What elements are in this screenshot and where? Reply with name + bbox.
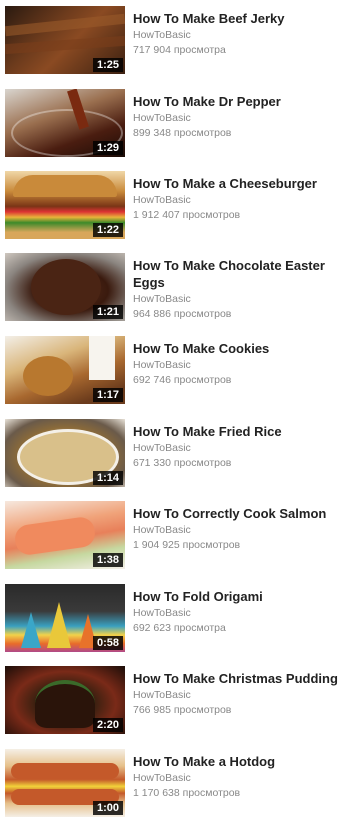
video-item-chocolate-easter-eggs[interactable]: 1:21 How To Make Chocolate Easter Eggs H… <box>0 253 341 325</box>
video-title[interactable]: How To Fold Origami <box>133 588 341 605</box>
view-count: 1 170 638 просмотров <box>133 787 241 799</box>
video-thumbnail[interactable]: 0:58 <box>5 584 125 652</box>
video-title[interactable]: How To Make a Cheeseburger <box>133 175 341 192</box>
video-duration: 1:22 <box>92 223 123 237</box>
view-count: 692 746 просмотров <box>133 374 232 386</box>
video-item-cheeseburger[interactable]: 1:22 How To Make a Cheeseburger HowToBas… <box>0 171 341 243</box>
video-duration: 1:00 <box>92 801 123 815</box>
channel-name[interactable]: HowToBasic <box>133 523 341 538</box>
channel-name[interactable]: HowToBasic <box>133 688 341 703</box>
video-item-dr-pepper[interactable]: 1:29 How To Make Dr Pepper HowToBasic 89… <box>0 89 341 161</box>
channel-name[interactable]: HowToBasic <box>133 193 341 208</box>
video-title[interactable]: How To Make Beef Jerky <box>133 10 341 27</box>
view-count: 671 330 просмотров <box>133 457 232 469</box>
video-item-cookies[interactable]: 1:17 How To Make Cookies HowToBasic 692 … <box>0 336 341 408</box>
view-count: 964 886 просмотров <box>133 308 232 320</box>
channel-name[interactable]: HowToBasic <box>133 606 341 621</box>
video-thumbnail[interactable]: 1:29 <box>5 89 125 157</box>
view-count: 1 912 407 просмотров <box>133 209 241 221</box>
view-count: 692 623 просмотра <box>133 622 226 634</box>
channel-name[interactable]: HowToBasic <box>133 292 341 307</box>
video-item-beef-jerky[interactable]: 1:25 How To Make Beef Jerky HowToBasic 7… <box>0 6 341 78</box>
channel-name[interactable]: HowToBasic <box>133 28 341 43</box>
channel-name[interactable]: HowToBasic <box>133 111 341 126</box>
channel-name[interactable]: HowToBasic <box>133 358 341 373</box>
view-count: 766 985 просмотров <box>133 704 232 716</box>
video-item-hotdog[interactable]: 1:00 How To Make a Hotdog HowToBasic 1 1… <box>0 749 341 821</box>
video-thumbnail[interactable]: 2:20 <box>5 666 125 734</box>
video-thumbnail[interactable]: 1:22 <box>5 171 125 239</box>
video-duration: 2:20 <box>92 718 123 732</box>
channel-name[interactable]: HowToBasic <box>133 771 341 786</box>
video-duration: 1:29 <box>92 141 123 155</box>
video-thumbnail[interactable]: 1:21 <box>5 253 125 321</box>
video-duration: 1:17 <box>92 388 123 402</box>
video-item-christmas-pudding[interactable]: 2:20 How To Make Christmas Pudding HowTo… <box>0 666 341 738</box>
video-thumbnail[interactable]: 1:38 <box>5 501 125 569</box>
video-item-salmon[interactable]: 1:38 How To Correctly Cook Salmon HowToB… <box>0 501 341 573</box>
video-thumbnail[interactable]: 1:25 <box>5 6 125 74</box>
video-duration: 1:38 <box>92 553 123 567</box>
video-thumbnail[interactable]: 1:17 <box>5 336 125 404</box>
view-count: 899 348 просмотров <box>133 127 232 139</box>
video-title[interactable]: How To Make Chocolate Easter Eggs <box>133 257 338 291</box>
video-item-origami[interactable]: 0:58 How To Fold Origami HowToBasic 692 … <box>0 584 341 656</box>
video-title[interactable]: How To Make Cookies <box>133 340 341 357</box>
video-thumbnail[interactable]: 1:14 <box>5 419 125 487</box>
video-title[interactable]: How To Correctly Cook Salmon <box>133 505 341 522</box>
channel-name[interactable]: HowToBasic <box>133 441 341 456</box>
video-title[interactable]: How To Make Fried Rice <box>133 423 341 440</box>
video-title[interactable]: How To Make Dr Pepper <box>133 93 341 110</box>
video-duration: 0:58 <box>92 636 123 650</box>
video-duration: 1:14 <box>92 471 123 485</box>
video-duration: 1:25 <box>92 58 123 72</box>
related-videos-list: 1:25 How To Make Beef Jerky HowToBasic 7… <box>0 0 341 819</box>
video-item-fried-rice[interactable]: 1:14 How To Make Fried Rice HowToBasic 6… <box>0 419 341 491</box>
video-title[interactable]: How To Make Christmas Pudding <box>133 670 341 687</box>
video-title[interactable]: How To Make a Hotdog <box>133 753 341 770</box>
view-count: 717 904 просмотра <box>133 44 226 56</box>
video-duration: 1:21 <box>92 305 123 319</box>
view-count: 1 904 925 просмотров <box>133 539 241 551</box>
video-thumbnail[interactable]: 1:00 <box>5 749 125 817</box>
